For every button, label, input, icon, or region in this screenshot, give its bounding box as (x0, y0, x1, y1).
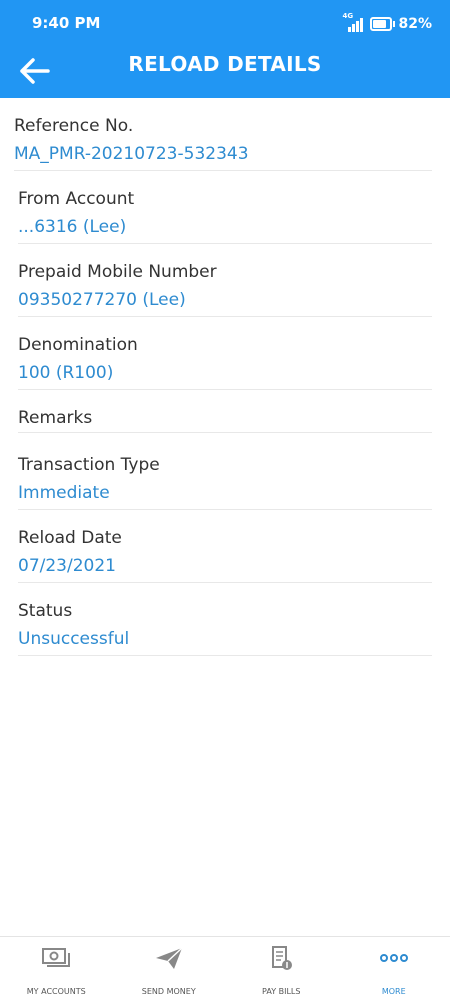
network-type: 4G (342, 12, 353, 20)
status-bar: 9:40 PM 4G 82% (0, 0, 450, 44)
detail-value: ...6316 (Lee) (18, 217, 126, 237)
detail-value: Unsuccessful (18, 629, 129, 649)
detail-denomination: Denomination 100 (R100) (18, 317, 432, 390)
nav-label: PAY BILLS (225, 987, 338, 996)
bill-icon (266, 945, 296, 973)
detail-label: Transaction Type (18, 455, 160, 475)
detail-label: Remarks (18, 408, 92, 428)
detail-label: Prepaid Mobile Number (18, 262, 217, 282)
paper-plane-icon (154, 945, 184, 971)
detail-transaction-type: Transaction Type Immediate (18, 437, 432, 510)
detail-value: 100 (R100) (18, 363, 113, 383)
status-time: 9:40 PM (32, 14, 100, 32)
nav-my-accounts[interactable]: MY ACCOUNTS (0, 937, 113, 1001)
detail-reload-date: Reload Date 07/23/2021 (18, 510, 432, 583)
nav-label: MORE (338, 987, 450, 996)
nav-pay-bills[interactable]: PAY BILLS (225, 937, 338, 1001)
battery-percent: 82% (398, 16, 432, 32)
detail-label: Status (18, 601, 72, 621)
detail-value: MA_PMR-20210723-532343 (14, 144, 249, 164)
detail-remarks: Remarks (18, 390, 432, 433)
detail-label: From Account (18, 189, 134, 209)
nav-send-money[interactable]: SEND MONEY (113, 937, 226, 1001)
detail-value: 07/23/2021 (18, 556, 116, 576)
cash-icon (41, 945, 71, 971)
detail-from-account: From Account ...6316 (Lee) (18, 171, 432, 244)
nav-more[interactable]: MORE (338, 937, 450, 1001)
app-header: RELOAD DETAILS (0, 44, 450, 98)
nav-label: MY ACCOUNTS (0, 987, 113, 996)
signal-icon: 4G (342, 16, 364, 32)
detail-status: Status Unsuccessful (18, 583, 432, 656)
detail-label: Reference No. (14, 116, 133, 136)
detail-prepaid-mobile-number: Prepaid Mobile Number 09350277270 (Lee) (18, 244, 432, 317)
more-dots-icon (378, 945, 410, 971)
detail-value: 09350277270 (Lee) (18, 290, 186, 310)
detail-reference-no: Reference No. MA_PMR-20210723-532343 (14, 98, 432, 171)
status-indicators: 4G 82% (342, 14, 432, 34)
battery-icon (370, 17, 392, 31)
detail-label: Reload Date (18, 528, 122, 548)
bottom-nav: MY ACCOUNTS SEND MONEY PAY BILLS MORE (0, 936, 450, 1001)
page-title: RELOAD DETAILS (0, 52, 450, 76)
nav-label: SEND MONEY (113, 987, 226, 996)
detail-label: Denomination (18, 335, 138, 355)
detail-value: Immediate (18, 483, 110, 503)
